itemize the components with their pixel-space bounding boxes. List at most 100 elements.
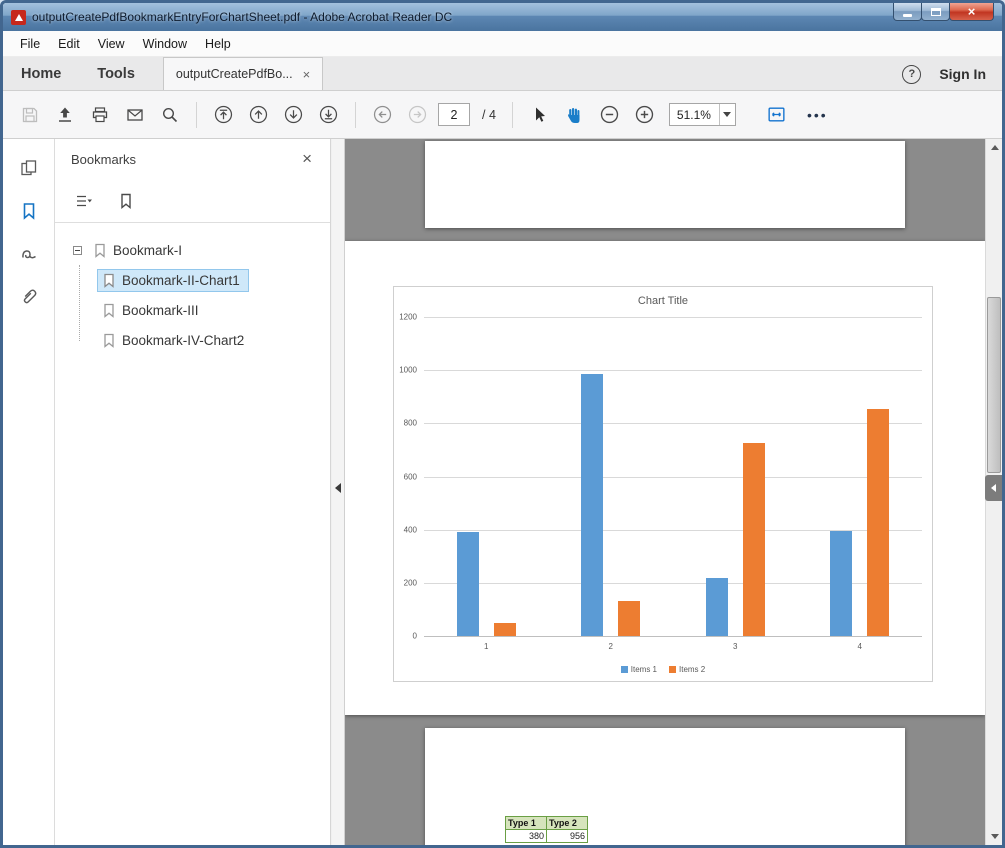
collapse-expander-icon[interactable]: [73, 246, 82, 255]
document-area[interactable]: Chart Title 020040060080010001200 1234 I…: [345, 139, 1002, 845]
bookmark-item-root[interactable]: Bookmark-I: [55, 235, 330, 265]
table-cell: 380: [506, 830, 547, 843]
new-bookmark-button[interactable]: [111, 188, 141, 214]
bookmark-flag-icon: [102, 333, 116, 348]
fit-width-button[interactable]: [762, 100, 791, 130]
next-page-icon: [283, 104, 304, 125]
y-tick-label: 1000: [399, 366, 417, 375]
legend-swatch: [621, 666, 628, 673]
bookmarks-icon: [19, 201, 39, 221]
y-tick-label: 800: [404, 419, 417, 428]
close-window-button[interactable]: ×: [949, 3, 994, 21]
options-list-icon: [74, 192, 94, 210]
maximize-icon: [931, 8, 941, 16]
select-tool-button[interactable]: [525, 100, 554, 130]
bar-items-1: [581, 374, 603, 636]
menu-view[interactable]: View: [89, 33, 134, 55]
save-button[interactable]: [15, 100, 44, 130]
x-tick-label: 2: [549, 638, 674, 651]
more-tools-button[interactable]: •••: [807, 107, 828, 123]
save-icon: [20, 105, 40, 125]
panel-close-icon[interactable]: ×: [298, 149, 316, 169]
bookmark-flag-icon: [102, 303, 116, 318]
bookmark-item-iii[interactable]: Bookmark-III: [55, 295, 330, 325]
x-tick-label: 4: [798, 638, 923, 651]
collapse-panel-icon[interactable]: [335, 483, 341, 493]
previous-page-button[interactable]: [244, 100, 273, 130]
back-button[interactable]: [368, 100, 397, 130]
tools-pane-collapse-button[interactable]: [985, 475, 1002, 501]
bookmark-flag-icon: [93, 243, 107, 258]
window-title: outputCreatePdfBookmarkEntryForChartShee…: [32, 10, 452, 24]
bookmark-label: Bookmark-III: [122, 303, 199, 318]
y-tick-label: 200: [404, 578, 417, 587]
tab-home[interactable]: Home: [3, 57, 79, 90]
bookmarks-panel-button[interactable]: [15, 198, 43, 224]
back-icon: [372, 104, 393, 125]
bookmarks-panel-toolbar: [55, 179, 330, 223]
panel-splitter[interactable]: [332, 139, 345, 845]
table-header-cell: Type 2: [547, 817, 588, 830]
next-page-button[interactable]: [279, 100, 308, 130]
window-controls: ×: [894, 3, 994, 21]
table-cell: 956: [547, 830, 588, 843]
zoom-caret-area[interactable]: [719, 104, 735, 125]
legend-swatch: [669, 666, 676, 673]
signatures-panel-button[interactable]: [15, 241, 43, 267]
chart-legend: Items 1Items 2: [394, 665, 932, 674]
attachments-panel-button[interactable]: [15, 284, 43, 310]
zoom-out-button[interactable]: [595, 100, 624, 130]
bookmarks-panel: Bookmarks × Bookmark-I: [55, 139, 331, 845]
zoom-level-dropdown[interactable]: 51.1%: [669, 103, 736, 126]
bookmark-item-chart1[interactable]: Bookmark-II-Chart1: [55, 265, 330, 295]
menubar: File Edit View Window Help: [3, 31, 1002, 57]
hand-tool-button[interactable]: [560, 100, 589, 130]
page-3: Type 1 Type 2 380 956: [425, 728, 905, 845]
chart-yaxis: 020040060080010001200: [394, 317, 421, 636]
page-1: [425, 141, 905, 228]
bar-items-1: [830, 531, 852, 636]
sign-in-button[interactable]: Sign In: [939, 66, 986, 82]
navigation-icon-strip: [3, 139, 55, 845]
app-window: outputCreatePdfBookmarkEntryForChartShee…: [0, 0, 1005, 848]
scroll-down-button[interactable]: [986, 828, 1002, 845]
scroll-up-button[interactable]: [986, 139, 1002, 156]
maximize-button[interactable]: [921, 3, 950, 21]
table-header-cell: Type 1: [506, 817, 547, 830]
help-icon[interactable]: ?: [902, 65, 921, 84]
bookmark-options-button[interactable]: [69, 188, 99, 214]
tab-close-icon[interactable]: ×: [303, 67, 311, 82]
first-page-button[interactable]: [209, 100, 238, 130]
bookmark-flag-icon: [102, 273, 116, 288]
bar-items-2: [618, 601, 640, 636]
bookmark-item-chart2[interactable]: Bookmark-IV-Chart2: [55, 325, 330, 355]
bar-items-2: [867, 409, 889, 636]
email-button[interactable]: [120, 100, 149, 130]
chart-xaxis: 1234: [424, 638, 922, 651]
menu-edit[interactable]: Edit: [49, 33, 89, 55]
last-page-button[interactable]: [314, 100, 343, 130]
menu-help[interactable]: Help: [196, 33, 240, 55]
menu-window[interactable]: Window: [134, 33, 196, 55]
previous-page-icon: [248, 104, 269, 125]
page-thumbnails-button[interactable]: [15, 155, 43, 181]
legend-label: Items 2: [679, 665, 705, 674]
zoom-in-button[interactable]: [630, 100, 659, 130]
titlebar[interactable]: outputCreatePdfBookmarkEntryForChartShee…: [3, 3, 1002, 31]
tab-tools[interactable]: Tools: [79, 57, 153, 90]
page-number-input[interactable]: [438, 103, 470, 126]
y-tick-label: 1200: [399, 313, 417, 322]
scrollbar-thumb[interactable]: [987, 297, 1001, 473]
page-thumbnails-icon: [19, 158, 39, 178]
tab-document[interactable]: outputCreatePdfBo... ×: [163, 57, 323, 90]
bookmarks-panel-title: Bookmarks: [71, 152, 298, 167]
forward-button[interactable]: [403, 100, 432, 130]
bookmark-label: Bookmark-II-Chart1: [122, 273, 240, 288]
bar-items-2: [494, 623, 516, 636]
print-button[interactable]: [85, 100, 114, 130]
search-button[interactable]: [155, 100, 184, 130]
share-button[interactable]: [50, 100, 79, 130]
new-bookmark-icon: [117, 192, 135, 210]
minimize-button[interactable]: [893, 3, 922, 21]
menu-file[interactable]: File: [11, 33, 49, 55]
